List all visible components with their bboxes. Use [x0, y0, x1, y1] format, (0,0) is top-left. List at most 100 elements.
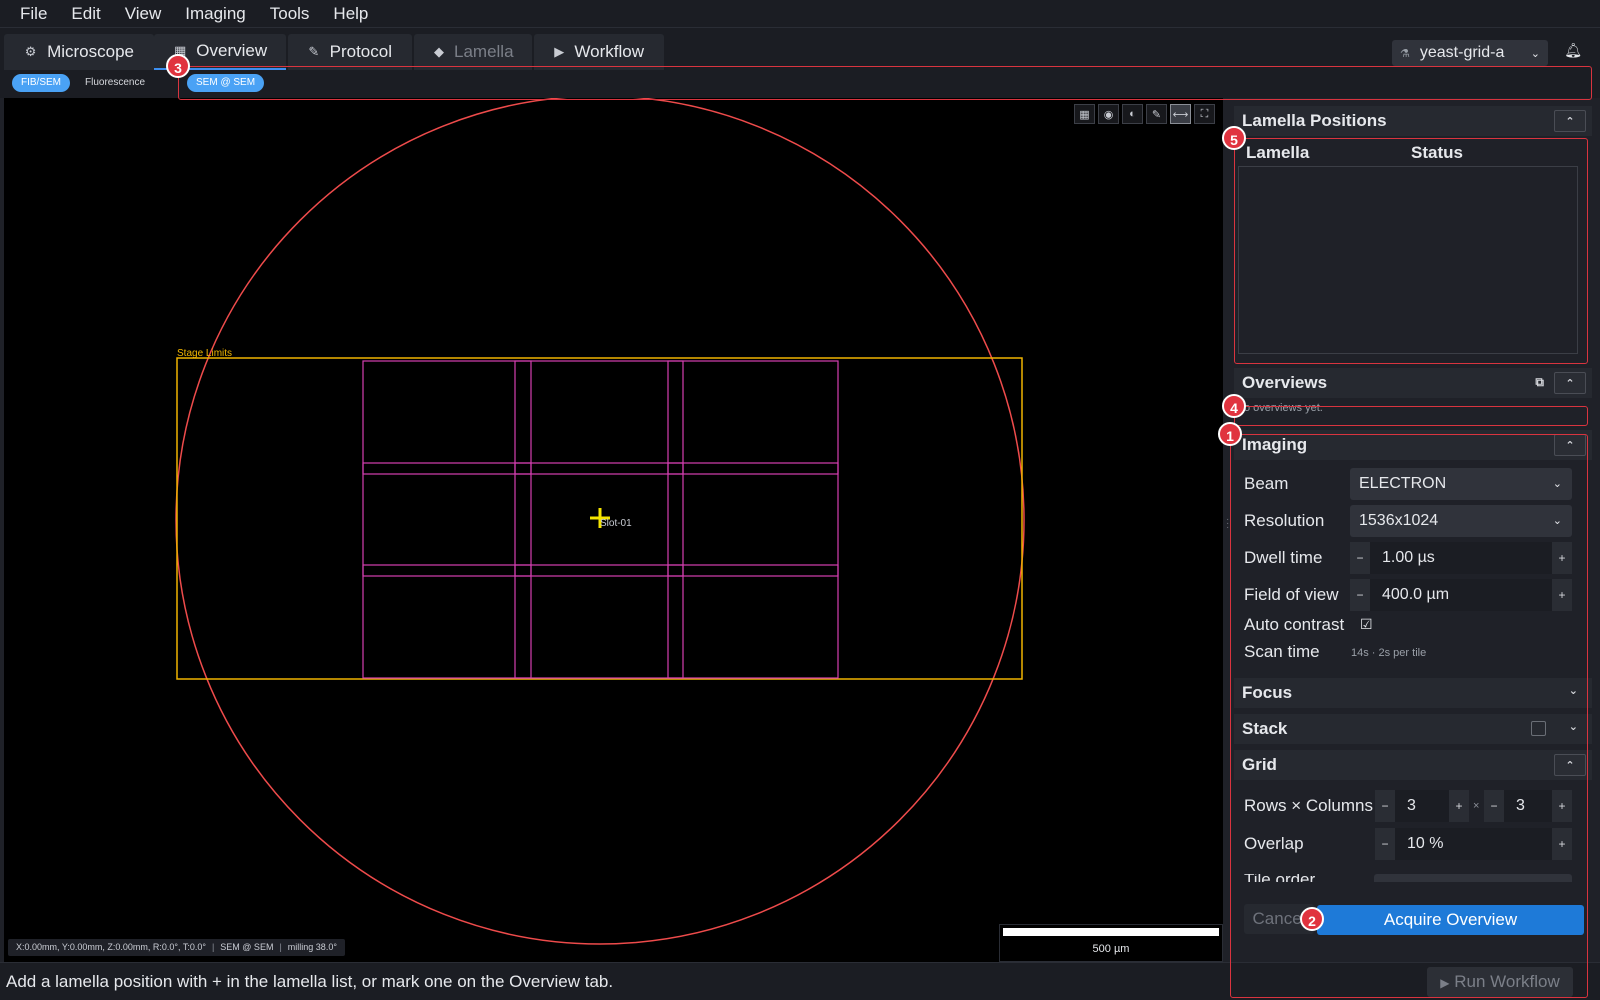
fov-row: Field of view − 400.0 µm + [1244, 579, 1584, 611]
section-title: Imaging [1242, 435, 1308, 454]
grid-header[interactable]: Grid ⌃ [1234, 750, 1592, 780]
contrast-icon[interactable]: ◐ [1122, 104, 1143, 124]
rows-stepper[interactable]: − 3 + [1375, 790, 1469, 822]
plus-icon[interactable]: + [1552, 828, 1572, 860]
coords-source: SEM @ SEM [220, 942, 274, 952]
tab-label: Workflow [574, 42, 644, 61]
grid-icon[interactable]: ▦ [1074, 104, 1095, 124]
run-workflow-label: Run Workflow [1454, 972, 1560, 991]
chevron-down-icon[interactable]: ⌄ [1569, 720, 1578, 733]
project-selector[interactable]: ⚗ yeast-grid-a ⌄ [1392, 40, 1548, 66]
project-name: yeast-grid-a [1419, 44, 1505, 61]
scale-bar-label: 500 µm [1092, 943, 1130, 955]
tab-workflow[interactable]: ▶ Workflow [534, 34, 664, 70]
stage-limits-label: Stage Limits [177, 348, 232, 359]
run-workflow-button[interactable]: ▶ Run Workflow [1427, 967, 1573, 997]
scale-bar-line [1003, 928, 1219, 936]
fit-view-icon[interactable]: ⛶ [1194, 104, 1215, 124]
bell-icon[interactable]: 🔔︎ [1564, 42, 1582, 59]
new-overview-icon[interactable]: ⧉ [1535, 375, 1544, 390]
auto-contrast-row: Auto contrast ☑ [1244, 612, 1584, 638]
tab-label: Lamella [454, 42, 514, 61]
collapse-icon[interactable]: ⌃ [1554, 754, 1586, 776]
beam-select[interactable]: ELECTRON ⌄ [1350, 468, 1572, 500]
chevron-down-icon[interactable]: ⌄ [1569, 684, 1578, 697]
annotation-marker-2: 2 [1300, 907, 1324, 931]
stack-enable-checkbox[interactable] [1531, 721, 1546, 736]
cols-value[interactable]: 3 [1504, 790, 1552, 822]
subtab-fibsem[interactable]: FIB/SEM [12, 74, 71, 92]
document-icon: ✎ [308, 44, 320, 59]
auto-contrast-checkbox[interactable]: ☑ [1360, 616, 1373, 633]
collapse-icon[interactable]: ⌃ [1554, 372, 1586, 394]
overview-viewer[interactable]: Stage Limits Slot-01 ▦ ◉ ◐ ✎ ⟷ ⛶ X:0.00m… [4, 98, 1223, 962]
right-panel: Lamella Positions ⌃ Lamella Status Overv… [1232, 98, 1600, 962]
panel-splitter[interactable]: · · · [1223, 98, 1232, 962]
microscope-icon: ⚙ [24, 44, 37, 59]
tile [514, 360, 684, 475]
minus-icon[interactable]: − [1375, 790, 1395, 822]
tile [667, 360, 839, 475]
menu-view[interactable]: View [113, 0, 174, 28]
overlap-value[interactable]: 10 % [1395, 828, 1552, 860]
plus-icon[interactable]: + [1552, 579, 1572, 611]
viewer-canvas[interactable]: Stage Limits Slot-01 [4, 98, 1223, 962]
auto-contrast-label: Auto contrast [1244, 615, 1345, 634]
collapse-icon[interactable]: ⌃ [1554, 434, 1586, 456]
rows-cols-label: Rows × Columns [1244, 796, 1373, 815]
ruler-icon[interactable]: ⟷ [1170, 104, 1191, 124]
minus-icon[interactable]: − [1484, 790, 1504, 822]
menu-file[interactable]: File [8, 0, 59, 28]
rows-value[interactable]: 3 [1395, 790, 1449, 822]
overlap-stepper[interactable]: − 10 % + [1375, 828, 1572, 860]
overlap-label: Overlap [1244, 834, 1304, 853]
times-label: × [1473, 800, 1480, 812]
acquire-overview-button[interactable]: Acquire Overview [1317, 905, 1584, 935]
pencil-icon[interactable]: ✎ [1146, 104, 1167, 124]
tab-microscope[interactable]: ⚙ Microscope [4, 34, 154, 70]
tab-protocol[interactable]: ✎ Protocol [288, 34, 412, 70]
section-title: Lamella Positions [1242, 111, 1387, 130]
dwell-label: Dwell time [1244, 548, 1323, 567]
layers-icon: ◆ [434, 44, 444, 59]
tile-order-select[interactable] [1374, 874, 1572, 882]
focus-header[interactable]: Focus ⌄ [1234, 678, 1592, 708]
lamella-list[interactable] [1238, 166, 1578, 354]
image-source-chip[interactable]: SEM @ SEM [187, 74, 265, 92]
stack-header[interactable]: Stack ⌄ [1234, 714, 1592, 744]
chevron-down-icon: ⌄ [1552, 478, 1562, 490]
annotation-marker-4: 4 [1222, 394, 1246, 418]
resolution-select[interactable]: 1536x1024 ⌄ [1350, 505, 1572, 537]
minus-icon[interactable]: − [1350, 542, 1370, 574]
minus-icon[interactable]: − [1350, 579, 1370, 611]
tab-lamella[interactable]: ◆ Lamella [414, 34, 532, 70]
menu-edit[interactable]: Edit [59, 0, 112, 28]
fov-stepper[interactable]: − 400.0 µm + [1350, 579, 1572, 611]
minus-icon[interactable]: − [1375, 828, 1395, 860]
collapse-icon[interactable]: ⌃ [1554, 110, 1586, 132]
lamella-table: Lamella Status [1236, 138, 1590, 356]
imaging-header[interactable]: Imaging ⌃ [1234, 430, 1592, 460]
fov-value[interactable]: 400.0 µm [1370, 579, 1552, 611]
lamella-positions-header[interactable]: Lamella Positions ⌃ [1234, 106, 1592, 136]
statusbar: Add a lamella position with + in the lam… [0, 962, 1600, 1000]
tab-label: Protocol [329, 42, 392, 61]
overviews-header[interactable]: Overviews ⧉ ⌃ [1234, 368, 1592, 398]
menu-imaging[interactable]: Imaging [173, 0, 257, 28]
dwell-value[interactable]: 1.00 µs [1370, 542, 1552, 574]
beam-row: Beam ELECTRON ⌄ [1244, 468, 1584, 500]
menu-help[interactable]: Help [321, 0, 380, 28]
eye-icon[interactable]: ◉ [1098, 104, 1119, 124]
subtab-fluorescence[interactable]: Fluorescence [76, 74, 154, 92]
resolution-value: 1536x1024 [1359, 512, 1439, 529]
scale-bar: 500 µm [999, 924, 1223, 962]
plus-icon[interactable]: + [1449, 790, 1469, 822]
tile-order-label: Tile order [1244, 874, 1315, 882]
dwell-stepper[interactable]: − 1.00 µs + [1350, 542, 1572, 574]
rows-cols-row: Rows × Columns − 3 + × − 3 + [1244, 790, 1584, 822]
col-header-status: Status [1411, 143, 1463, 162]
plus-icon[interactable]: + [1552, 790, 1572, 822]
menu-tools[interactable]: Tools [258, 0, 322, 28]
cols-stepper[interactable]: − 3 + [1484, 790, 1572, 822]
plus-icon[interactable]: + [1552, 542, 1572, 574]
